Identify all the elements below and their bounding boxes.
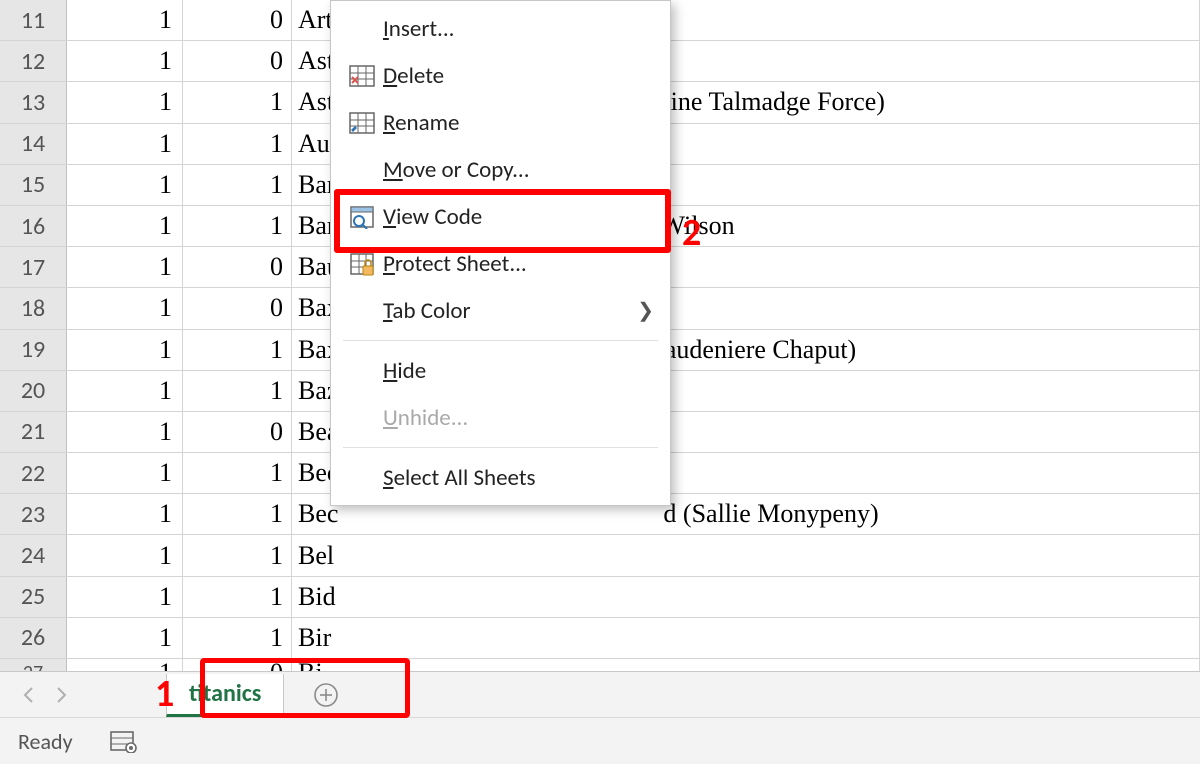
row-header[interactable]: 16 — [0, 206, 67, 246]
cell-c[interactable]: 1 — [183, 535, 292, 575]
cell-c[interactable]: 0 — [183, 0, 292, 40]
cell-overflow: d (Sallie Monypeny) — [663, 499, 878, 529]
row-header[interactable]: 22 — [0, 453, 67, 493]
menu-rename[interactable]: Rename — [331, 99, 670, 146]
menu-label: Delete — [383, 62, 654, 90]
sheet-context-menu: Insert... Delete Rename Move or Copy... … — [330, 0, 671, 506]
cell-c[interactable]: 1 — [183, 453, 292, 493]
cell-b[interactable]: 1 — [67, 41, 183, 81]
menu-label: Insert... — [383, 15, 654, 43]
menu-separator — [343, 447, 658, 448]
cell-overflow: eine Talmadge Force) — [659, 87, 885, 117]
menu-label: Tab Color — [383, 297, 637, 325]
delete-icon — [341, 65, 383, 87]
row-header[interactable]: 17 — [0, 247, 67, 287]
cell-b[interactable]: 1 — [67, 82, 183, 122]
menu-delete[interactable]: Delete — [331, 52, 670, 99]
cell-b[interactable]: 1 — [67, 371, 183, 411]
cell-c[interactable]: 1 — [183, 371, 292, 411]
cell-c[interactable]: 0 — [183, 412, 292, 452]
table-row[interactable]: 26 1 1 Bir — [0, 618, 1200, 659]
row-header[interactable]: 18 — [0, 288, 67, 328]
annotation-box-1 — [200, 658, 410, 718]
cell-d[interactable]: Bid — [292, 577, 1200, 617]
cell-overflow: audeniere Chaput) — [665, 335, 856, 365]
protect-icon — [341, 252, 383, 276]
row-header[interactable]: 11 — [0, 0, 67, 40]
annotation-label-2: 2 — [682, 214, 701, 252]
chevron-right-icon: ❯ — [637, 298, 654, 323]
cell-c[interactable]: 1 — [183, 577, 292, 617]
cell-b[interactable]: 1 — [67, 288, 183, 328]
cell-c[interactable]: 1 — [183, 82, 292, 122]
menu-label: Move or Copy... — [383, 156, 654, 184]
status-bar: Ready — [0, 717, 1200, 764]
cell-c[interactable]: 1 — [183, 165, 292, 205]
menu-select-all-sheets[interactable]: Select All Sheets — [331, 454, 670, 501]
cell-c[interactable]: 1 — [183, 124, 292, 164]
cell-b[interactable]: 1 — [67, 535, 183, 575]
cell-b[interactable]: 1 — [67, 165, 183, 205]
row-header[interactable]: 20 — [0, 371, 67, 411]
cell-c[interactable]: 1 — [183, 206, 292, 246]
annotation-label-1: 1 — [155, 675, 174, 713]
cell-d[interactable]: Bel — [292, 535, 1200, 575]
cell-b[interactable]: 1 — [67, 247, 183, 287]
row-header[interactable]: 14 — [0, 124, 67, 164]
row-header[interactable]: 24 — [0, 535, 67, 575]
rename-icon — [341, 112, 383, 134]
cell-b[interactable]: 1 — [67, 494, 183, 534]
cell-b[interactable]: 1 — [67, 453, 183, 493]
cell-b[interactable]: 1 — [67, 412, 183, 452]
excel-window: 11 1 0 Art 12 1 0 Ast 13 1 1 Astxxxxxxxx… — [0, 0, 1200, 769]
cell-text: Ast — [298, 87, 334, 117]
cell-b[interactable]: 1 — [67, 0, 183, 40]
sheet-tab-strip: titanics — [0, 671, 1200, 718]
row-header[interactable]: 13 — [0, 82, 67, 122]
menu-label: Unhide... — [383, 404, 654, 432]
cell-b[interactable]: 1 — [67, 206, 183, 246]
row-header[interactable]: 23 — [0, 494, 67, 534]
tab-nav-prev[interactable] — [14, 681, 42, 709]
cell-b[interactable]: 1 — [67, 618, 183, 658]
menu-label: Select All Sheets — [383, 464, 654, 492]
menu-unhide: Unhide... — [331, 394, 670, 441]
macro-record-icon[interactable] — [109, 729, 137, 753]
row-header[interactable]: 21 — [0, 412, 67, 452]
cell-c[interactable]: 1 — [183, 330, 292, 370]
cell-d[interactable]: Bir — [292, 618, 1200, 658]
menu-move-or-copy[interactable]: Move or Copy... — [331, 146, 670, 193]
row-header[interactable]: 25 — [0, 577, 67, 617]
row-header[interactable]: 26 — [0, 618, 67, 658]
menu-label: Rename — [383, 109, 654, 137]
menu-separator — [343, 340, 658, 341]
status-ready: Ready — [18, 728, 73, 755]
menu-label: Hide — [383, 357, 654, 385]
cell-c[interactable]: 0 — [183, 41, 292, 81]
menu-insert[interactable]: Insert... — [331, 5, 670, 52]
menu-label: Protect Sheet... — [383, 250, 654, 278]
cell-c[interactable]: 0 — [183, 247, 292, 287]
cell-c[interactable]: 0 — [183, 288, 292, 328]
tab-nav-next[interactable] — [48, 681, 76, 709]
cell-c[interactable]: 1 — [183, 618, 292, 658]
row-header[interactable]: 19 — [0, 330, 67, 370]
table-row[interactable]: 24 1 1 Bel — [0, 535, 1200, 576]
annotation-box-2 — [334, 189, 671, 253]
cell-c[interactable]: 1 — [183, 494, 292, 534]
row-header[interactable]: 12 — [0, 41, 67, 81]
cell-b[interactable]: 1 — [67, 330, 183, 370]
menu-tab-color[interactable]: Tab Color ❯ — [331, 287, 670, 334]
table-row[interactable]: 25 1 1 Bid — [0, 577, 1200, 618]
row-header[interactable]: 15 — [0, 165, 67, 205]
cell-b[interactable]: 1 — [67, 124, 183, 164]
cell-b[interactable]: 1 — [67, 577, 183, 617]
menu-hide[interactable]: Hide — [331, 347, 670, 394]
